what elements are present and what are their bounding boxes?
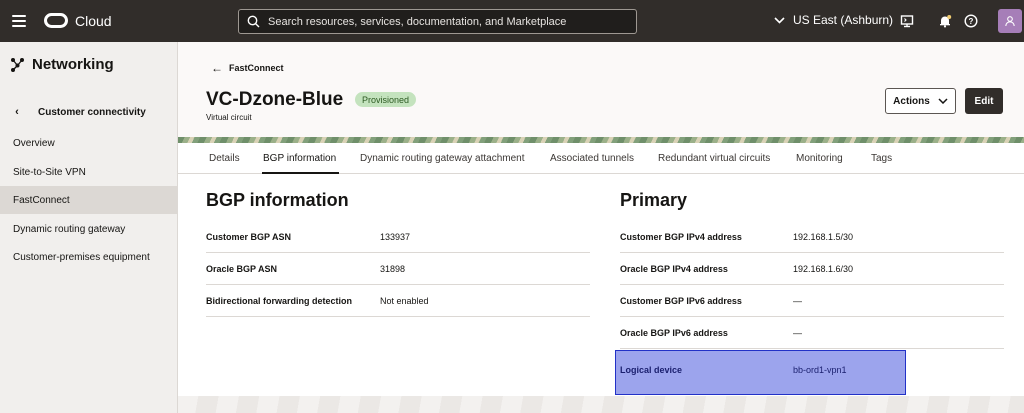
notifications-bell-icon[interactable] bbox=[936, 12, 954, 30]
primary-row: Oracle BGP IPv4 address 192.168.1.6/30 bbox=[620, 253, 1004, 285]
bgp-row-label: Oracle BGP ASN bbox=[206, 264, 278, 274]
sidebar-back-label: Customer connectivity bbox=[38, 106, 146, 118]
tab-redundant-virtual-circuits[interactable]: Redundant virtual circuits bbox=[658, 153, 770, 164]
page-subtitle: Virtual circuit bbox=[206, 113, 252, 122]
bgp-row-value: 31898 bbox=[380, 264, 406, 274]
arrow-left-icon: ← bbox=[211, 61, 223, 75]
region-label: US East (Ashburn) bbox=[793, 13, 894, 27]
tab-tags[interactable]: Tags bbox=[871, 153, 892, 164]
tab-dynamic-routing-gateway-attachment[interactable]: Dynamic routing gateway attachment bbox=[360, 153, 525, 164]
primary-row-value: 192.168.1.5/30 bbox=[793, 232, 854, 242]
region-selector[interactable]: US East (Ashburn) bbox=[774, 13, 893, 27]
bgp-row-label: Bidirectional forwarding detection bbox=[206, 296, 353, 306]
primary-row: Customer BGP IPv4 address 192.168.1.5/30 bbox=[620, 221, 1004, 253]
sidebar: Networking ‹ Customer connectivity Overv… bbox=[0, 42, 178, 413]
status-badge: Provisioned bbox=[355, 92, 417, 107]
oracle-logo-icon[interactable] bbox=[44, 13, 68, 28]
tab-monitoring[interactable]: Monitoring bbox=[796, 153, 843, 164]
sidebar-item-customer-premises-equipment[interactable]: Customer-premises equipment bbox=[0, 243, 178, 271]
actions-button-label: Actions bbox=[893, 95, 930, 107]
primary-row-value: — bbox=[793, 328, 802, 338]
sidebar-title: Networking bbox=[10, 56, 114, 73]
primary-row: Customer BGP IPv6 address — bbox=[620, 285, 1004, 317]
sidebar-title-label: Networking bbox=[32, 56, 114, 73]
search-bar[interactable] bbox=[238, 9, 637, 34]
tab-bgp-information[interactable]: BGP information bbox=[263, 153, 336, 164]
brand-name: Cloud bbox=[75, 13, 112, 29]
tab-associated-tunnels[interactable]: Associated tunnels bbox=[550, 153, 634, 164]
logical-device-label: Logical device bbox=[620, 365, 683, 375]
primary-row-label: Oracle BGP IPv4 address bbox=[620, 264, 728, 274]
chevron-down-icon bbox=[938, 98, 948, 104]
bgp-row-label: Customer BGP ASN bbox=[206, 232, 292, 242]
svg-text:?: ? bbox=[969, 17, 974, 26]
bgp-row: Bidirectional forwarding detection Not e… bbox=[206, 285, 590, 317]
bgp-row: Customer BGP ASN 133937 bbox=[206, 221, 590, 253]
edit-button[interactable]: Edit bbox=[965, 88, 1003, 114]
back-link-label: FastConnect bbox=[229, 63, 284, 73]
primary-row-label: Oracle BGP IPv6 address bbox=[620, 328, 728, 338]
chevron-down-icon bbox=[774, 16, 785, 24]
primary-row: Oracle BGP IPv6 address — bbox=[620, 317, 1004, 349]
primary-section-title: Primary bbox=[620, 190, 688, 210]
logical-device-value: bb-ord1-vpn1 bbox=[793, 365, 847, 375]
chevron-left-icon: ‹ bbox=[15, 106, 19, 118]
cloud-shell-icon[interactable] bbox=[898, 12, 916, 30]
sidebar-back-customer-connectivity[interactable]: ‹ Customer connectivity bbox=[10, 106, 146, 118]
bgp-row-value: Not enabled bbox=[380, 296, 429, 306]
top-bar: Cloud US East (Ashburn) ? bbox=[0, 0, 1024, 42]
bgp-content-panel: BGP information Customer BGP ASN 133937 … bbox=[178, 174, 1024, 396]
page-title: VC-Dzone-Blue bbox=[206, 89, 344, 110]
bgp-row: Oracle BGP ASN 31898 bbox=[206, 253, 590, 285]
sidebar-item-overview[interactable]: Overview bbox=[0, 129, 178, 157]
search-input[interactable] bbox=[268, 15, 618, 28]
primary-row-value: 192.168.1.6/30 bbox=[793, 264, 854, 274]
primary-row-value: — bbox=[793, 296, 802, 306]
main-content: ← FastConnect VC-Dzone-Blue Provisioned … bbox=[178, 42, 1024, 413]
footer-strip bbox=[178, 396, 1024, 413]
help-icon[interactable]: ? bbox=[962, 12, 980, 30]
bgp-section-title: BGP information bbox=[206, 190, 349, 210]
tab-details[interactable]: Details bbox=[209, 153, 240, 164]
sidebar-item-fastconnect[interactable]: FastConnect bbox=[0, 186, 178, 214]
primary-row-label: Customer BGP IPv4 address bbox=[620, 232, 742, 242]
tab-bar: Details BGP information Dynamic routing … bbox=[178, 143, 1024, 174]
search-icon bbox=[247, 15, 260, 28]
menu-icon[interactable] bbox=[12, 15, 26, 27]
logical-device-highlight[interactable]: Logical device bb-ord1-vpn1 bbox=[615, 350, 906, 395]
networking-icon bbox=[11, 58, 24, 72]
actions-button[interactable]: Actions bbox=[885, 88, 956, 114]
sidebar-item-site-to-site-vpn[interactable]: Site-to-Site VPN bbox=[0, 158, 178, 186]
user-avatar-icon[interactable] bbox=[998, 9, 1022, 33]
sidebar-item-dynamic-routing-gateway[interactable]: Dynamic routing gateway bbox=[0, 215, 178, 243]
primary-row-label: Customer BGP IPv6 address bbox=[620, 296, 742, 306]
back-to-fastconnect-link[interactable]: ← FastConnect bbox=[211, 61, 284, 75]
bgp-row-value: 133937 bbox=[380, 232, 411, 242]
